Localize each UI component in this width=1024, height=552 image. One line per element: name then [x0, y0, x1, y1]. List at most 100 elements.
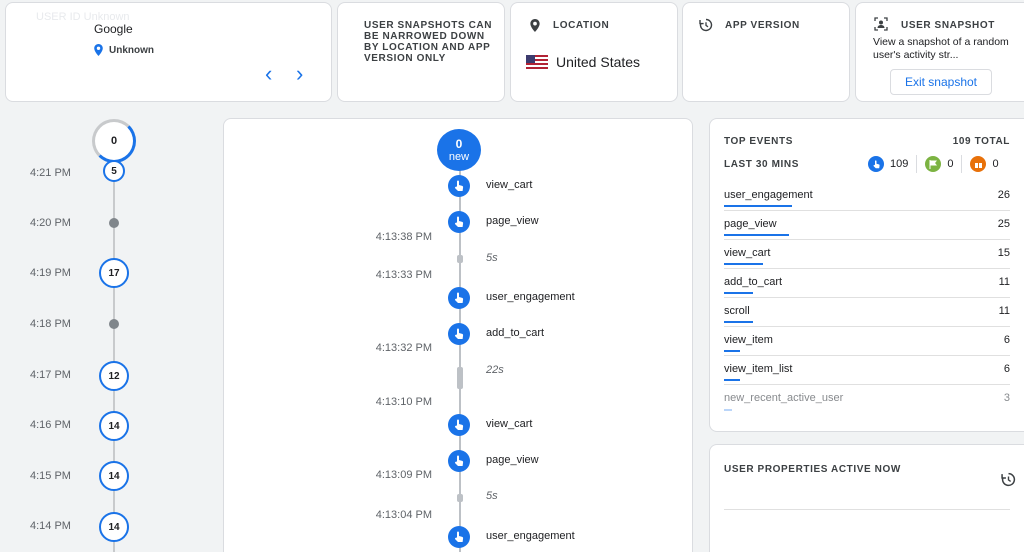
timeline-minute-count[interactable]: 14: [99, 512, 129, 542]
top-event-row[interactable]: view_item 6: [724, 327, 1010, 356]
top-event-count: 6: [1003, 363, 1010, 375]
top-event-bar: [724, 234, 789, 236]
top-events-period: LAST 30 MINS: [724, 159, 799, 170]
timeline-empty-minute[interactable]: [109, 218, 119, 228]
event-label[interactable]: page_view: [486, 215, 539, 227]
top-event-bar: [724, 409, 732, 411]
top-event-row[interactable]: new_recent_active_user 3: [724, 385, 1010, 414]
top-event-row[interactable]: view_item_list 6: [724, 356, 1010, 385]
app-version-title: APP VERSION: [725, 20, 800, 31]
top-event-name: view_cart: [724, 247, 771, 259]
event-time: 4:13:38 PM: [375, 231, 432, 243]
device-location-label: Unknown: [109, 44, 154, 56]
timeline-time: 4:16 PM: [30, 419, 71, 431]
history-icon[interactable]: [1001, 472, 1016, 487]
top-event-row[interactable]: scroll 11: [724, 298, 1010, 327]
event-label[interactable]: page_view: [486, 454, 539, 466]
timeline-time: 4:21 PM: [30, 167, 71, 179]
touch-icon[interactable]: [448, 287, 470, 309]
timeline-time: 4:15 PM: [30, 470, 71, 482]
previous-user-button[interactable]: ‹: [265, 63, 272, 85]
user-snapshot-icon: [874, 17, 888, 31]
timeline-minute-count[interactable]: 12: [99, 361, 129, 391]
top-event-name: add_to_cart: [724, 276, 783, 288]
timeline-empty-minute[interactable]: [109, 319, 119, 329]
app-version-card[interactable]: APP VERSION: [682, 2, 850, 102]
top-event-name: user_engagement: [724, 189, 813, 201]
top-event-count: 15: [997, 247, 1010, 259]
stat-blue-count: 109: [890, 158, 909, 170]
device-card: USER ID Unknown Google Unknown ‹ ›: [5, 2, 332, 102]
timeline-minute-count[interactable]: 14: [99, 461, 129, 491]
top-events-title: TOP EVENTS: [724, 136, 793, 147]
top-event-name: view_item_list: [724, 363, 793, 375]
top-event-row[interactable]: add_to_cart 11: [724, 269, 1010, 298]
event-stream-card: 0 new view_cart page_view 4:13:38 PM 5s …: [223, 118, 693, 552]
top-event-name: new_recent_active_user: [724, 392, 844, 404]
touch-icon[interactable]: [448, 450, 470, 472]
flag-icon: [925, 156, 942, 172]
top-event-count: 11: [998, 305, 1010, 317]
event-label[interactable]: add_to_cart: [486, 327, 544, 339]
timeline-time: 4:17 PM: [30, 369, 71, 381]
event-label[interactable]: user_engagement: [486, 530, 575, 542]
top-event-count: 25: [997, 218, 1010, 230]
stat-red-count: 0: [992, 158, 999, 170]
divider: [724, 509, 1010, 510]
us-flag-icon: [526, 55, 548, 69]
touch-icon[interactable]: [448, 526, 470, 548]
user-properties-card: USER PROPERTIES ACTIVE NOW: [709, 444, 1024, 552]
gap-marker: [457, 367, 463, 389]
top-event-row[interactable]: user_engagement 26: [724, 182, 1010, 211]
timeline-time: 4:19 PM: [30, 267, 71, 279]
location-pin-icon: [94, 44, 103, 56]
top-event-row[interactable]: view_cart 15: [724, 240, 1010, 269]
top-event-row[interactable]: page_view 25: [724, 211, 1010, 240]
timeline-minute-count[interactable]: 17: [99, 258, 129, 288]
gift-icon: [970, 156, 987, 172]
top-events-total: 109 TOTAL: [952, 136, 1010, 147]
event-time: 4:13:32 PM: [375, 342, 432, 354]
location-card[interactable]: LOCATION United States: [510, 2, 678, 102]
user-snapshot-title: USER SNAPSHOT: [901, 20, 995, 31]
top-event-name: page_view: [724, 218, 777, 230]
top-event-count: 3: [1003, 392, 1010, 404]
device-name: Google: [94, 22, 133, 36]
gap-marker: [457, 494, 463, 502]
next-user-button[interactable]: ›: [296, 63, 303, 85]
user-properties-title: USER PROPERTIES ACTIVE NOW: [724, 464, 901, 475]
timeline-minute-count[interactable]: 5: [103, 160, 125, 182]
snapshot-info-card: USER SNAPSHOTS CAN BE NARROWED DOWN BY L…: [337, 2, 505, 102]
user-snapshot-card: USER SNAPSHOT View a snapshot of a rando…: [855, 2, 1024, 102]
exit-snapshot-button[interactable]: Exit snapshot: [890, 69, 992, 95]
event-time: 4:13:10 PM: [375, 396, 432, 408]
timeline-time: 4:20 PM: [30, 217, 71, 229]
touch-icon[interactable]: [448, 323, 470, 345]
top-event-count: 26: [997, 189, 1010, 201]
event-label[interactable]: user_engagement: [486, 291, 575, 303]
history-icon: [699, 18, 713, 32]
event-time: 4:13:33 PM: [375, 269, 432, 281]
location-pin-icon: [530, 19, 540, 32]
event-gap: 22s: [486, 364, 504, 376]
event-time: 4:13:09 PM: [375, 469, 432, 481]
stats-row: 109 0 0: [868, 155, 999, 173]
new-events-badge[interactable]: 0 new: [437, 129, 481, 171]
device-location: Unknown: [94, 44, 154, 56]
event-gap: 5s: [486, 252, 498, 264]
event-time: 4:13:04 PM: [375, 509, 432, 521]
event-gap: 5s: [486, 490, 498, 502]
minute-timeline-current[interactable]: 0: [92, 119, 136, 163]
timeline-time: 4:14 PM: [30, 520, 71, 532]
event-label[interactable]: view_cart: [486, 418, 532, 430]
stat-green-count: 0: [947, 158, 954, 170]
event-label[interactable]: view_cart: [486, 179, 532, 191]
touch-icon[interactable]: [448, 211, 470, 233]
timeline-minute-count[interactable]: 14: [99, 411, 129, 441]
top-events-card: TOP EVENTS 109 TOTAL LAST 30 MINS 109 0 …: [709, 118, 1024, 432]
top-event-bar: [724, 205, 792, 207]
new-events-count: 0: [455, 137, 463, 151]
top-event-bar: [724, 350, 740, 352]
touch-icon[interactable]: [448, 414, 470, 436]
touch-icon[interactable]: [448, 175, 470, 197]
